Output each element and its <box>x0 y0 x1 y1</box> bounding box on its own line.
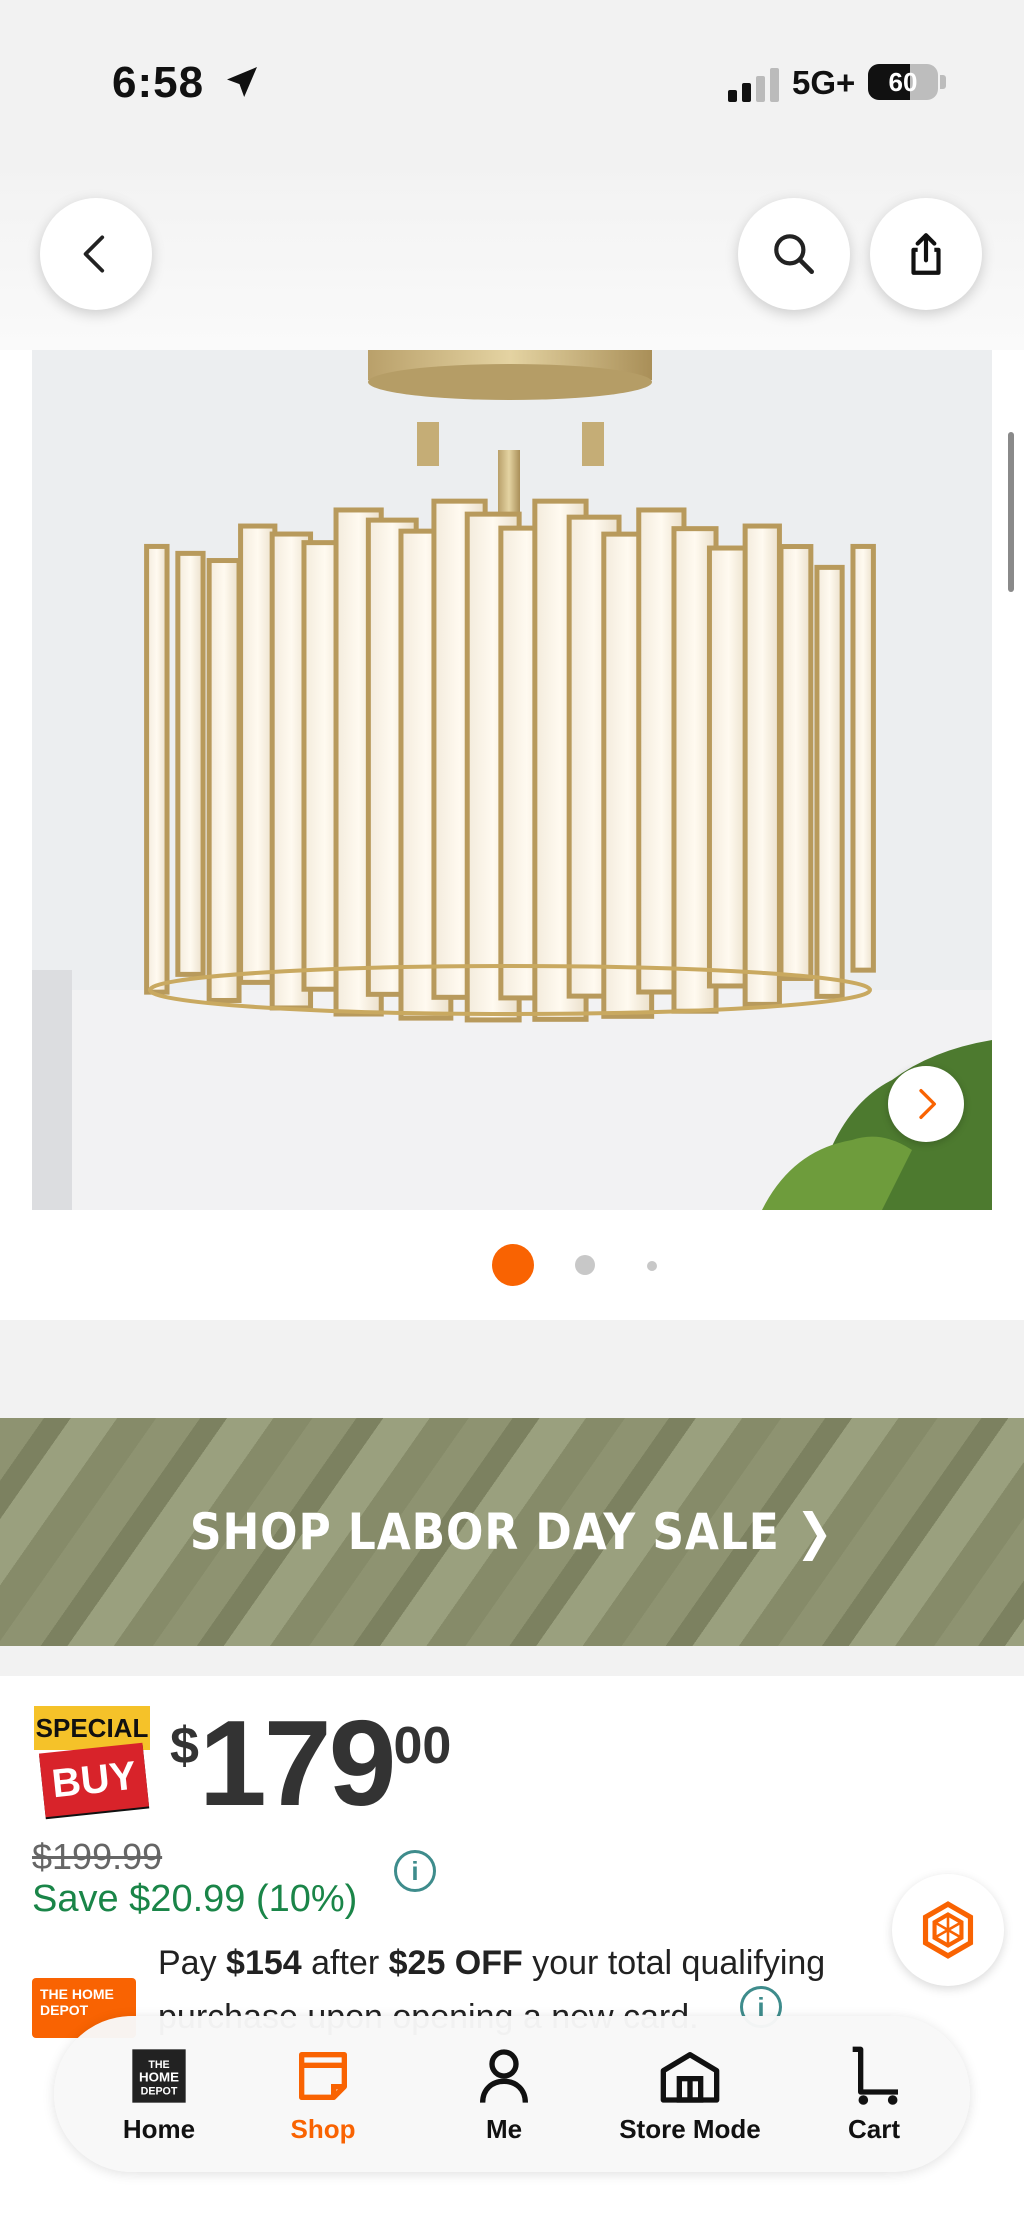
page-scrollbar[interactable] <box>1008 432 1014 592</box>
price-currency: $ <box>170 1717 199 1775</box>
next-image-button[interactable] <box>888 1066 964 1142</box>
chat-assistant-button[interactable] <box>892 1874 1004 1986</box>
hexagon-chat-icon <box>922 1901 974 1959</box>
chandelier-illustration <box>32 350 992 1210</box>
battery-level: 60 <box>888 67 918 97</box>
image-pagination <box>0 1244 1024 1286</box>
was-price: $199.99 <box>32 1836 163 1877</box>
image-dot-3[interactable] <box>647 1261 657 1271</box>
labor-day-sale-banner[interactable]: SHOP LABOR DAY SALE ❯ <box>0 1418 1024 1646</box>
special-buy-badge: SPECIAL BUY <box>32 1706 150 1826</box>
tab-cart[interactable]: Cart <box>824 2016 924 2172</box>
share-button[interactable] <box>870 198 982 310</box>
product-top-bar <box>0 160 1024 350</box>
tab-me[interactable]: Me <box>454 2016 554 2172</box>
financing-discount: $25 OFF <box>388 1944 523 1982</box>
battery-icon: 60 <box>868 64 938 100</box>
bottom-tab-bar: THE HOME DEPOT Home Shop Me Store Mode C… <box>54 2016 970 2172</box>
chevron-right-icon <box>919 1089 936 1119</box>
tab-store-mode-label: Store Mode <box>619 2113 761 2144</box>
location-arrow-icon <box>227 67 257 97</box>
image-dot-2[interactable] <box>575 1255 595 1275</box>
share-icon <box>911 233 941 275</box>
tab-shop[interactable]: Shop <box>230 2016 416 2172</box>
back-button[interactable] <box>40 198 152 310</box>
promo-banner-text: SHOP LABOR DAY SALE ❯ <box>190 1503 834 1561</box>
glass-panel <box>778 544 814 981</box>
tab-shop-label: Shop <box>290 2113 356 2144</box>
financing-amount: $154 <box>226 1944 302 1982</box>
battery-tip <box>940 75 946 89</box>
product-price: $ 179 00 <box>170 1702 451 1824</box>
glass-panel <box>850 543 876 973</box>
glass-panel <box>814 564 845 999</box>
status-time: 6:58 <box>112 58 205 107</box>
price-dollars: 179 <box>198 1695 397 1831</box>
store-icon <box>660 2051 720 2103</box>
glass-panel <box>742 523 782 1007</box>
svg-text:HOME: HOME <box>139 2069 179 2084</box>
cart-icon <box>852 2046 898 2105</box>
price-info-icon[interactable]: i <box>394 1850 436 1892</box>
product-gallery <box>0 350 1024 1320</box>
tab-home-label: Home <box>122 2113 196 2144</box>
image-dot-1[interactable] <box>492 1244 534 1286</box>
cellular-signal-icon <box>728 68 779 102</box>
person-icon <box>480 2048 528 2103</box>
tab-store-mode[interactable]: Store Mode <box>590 2016 790 2172</box>
glass-panel <box>206 558 242 1003</box>
financing-text-1: Pay <box>158 1944 227 1982</box>
financing-text-2: after <box>301 1944 389 1982</box>
badge-buy-text: BUY <box>38 1742 150 1818</box>
status-bar: 6:58 5G+ 60 <box>0 0 1024 160</box>
search-button[interactable] <box>738 198 850 310</box>
network-type: 5G+ <box>792 64 856 101</box>
product-image[interactable] <box>32 350 992 1210</box>
glass-panel <box>175 550 206 977</box>
search-icon <box>774 234 814 274</box>
glass-panel <box>144 543 170 995</box>
svg-text:DEPOT: DEPOT <box>141 2085 178 2097</box>
glass-panel <box>706 545 751 989</box>
home-depot-logo-icon: THE HOME DEPOT <box>132 2048 186 2103</box>
price-cents: 00 <box>393 1717 452 1775</box>
shop-tag-icon <box>299 2051 347 2100</box>
chevron-left-icon <box>83 235 105 273</box>
tab-home[interactable]: THE HOME DEPOT Home <box>106 2016 212 2172</box>
tab-me-label: Me <box>485 2113 523 2144</box>
savings-text: Save $20.99 (10%) <box>32 1878 358 1920</box>
tab-cart-label: Cart <box>847 2113 900 2144</box>
